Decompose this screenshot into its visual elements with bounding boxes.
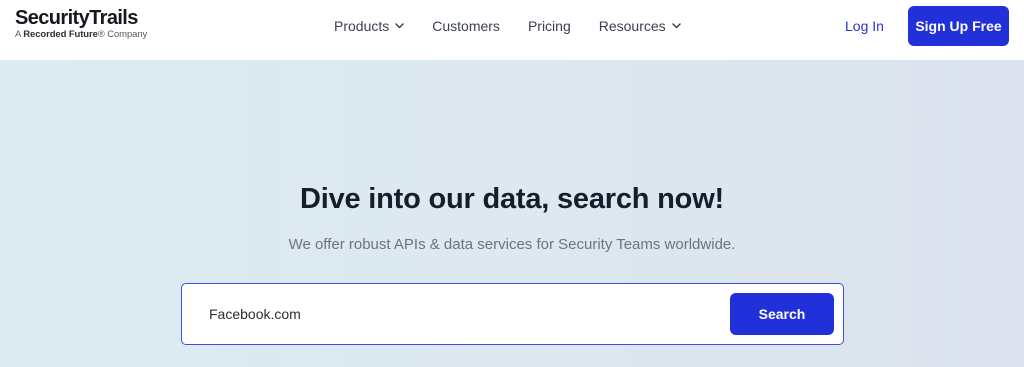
nav-item-label: Pricing (527, 18, 571, 34)
nav-item-products[interactable]: Products (334, 18, 404, 34)
signup-button[interactable]: Sign Up Free (908, 6, 1009, 46)
tagline-suffix: ® Company (97, 29, 148, 40)
nav-item-resources[interactable]: Resources (599, 18, 681, 34)
logo-wordmark: SecurityTrails (15, 7, 138, 29)
site-header: SecurityTrails A Recorded Future® Compan… (0, 0, 1024, 60)
hero-title: Dive into our data, search now! (299, 183, 725, 215)
chevron-down-icon (395, 23, 404, 29)
nav-item-customers[interactable]: Customers (432, 18, 500, 34)
login-link[interactable]: Log In (845, 18, 884, 34)
nav-item-pricing[interactable]: Pricing (528, 18, 571, 34)
hero-subtitle: We offer robust APIs & data services for… (288, 236, 736, 253)
search-box: Search (181, 283, 844, 345)
main-nav: Products Customers Pricing Resources (334, 0, 709, 52)
securitytrails-logo[interactable]: SecurityTrails A Recorded Future® Compan… (15, 7, 147, 40)
tagline-brand: Recorded Future (23, 29, 98, 40)
search-input[interactable] (198, 294, 718, 334)
logo-tagline: A Recorded Future® Company (15, 29, 147, 40)
chevron-down-icon (671, 23, 681, 29)
nav-item-label: Customers (432, 18, 500, 34)
nav-item-label: Resources (598, 18, 666, 34)
hero-section: Dive into our data, search now! We offer… (0, 60, 1024, 367)
nav-item-label: Products (334, 18, 390, 34)
search-button[interactable]: Search (730, 293, 834, 335)
